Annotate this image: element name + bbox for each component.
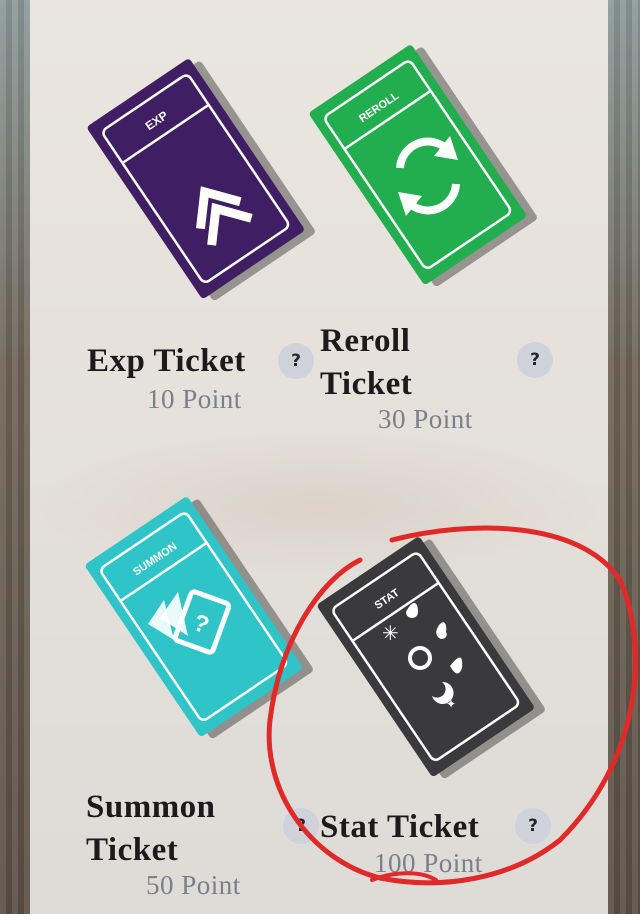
stat-ticket-name: Stat Ticket	[320, 809, 480, 845]
reroll-ticket-name: Reroll Ticket	[320, 320, 412, 406]
reroll-ticket-image: REROLL	[309, 45, 537, 287]
stat-help-button[interactable]: ?	[515, 808, 551, 844]
reroll-ticket-price: 30 Point	[378, 404, 473, 434]
summon-name-line2: Ticket	[86, 832, 179, 868]
summon-ticket-image: SUMMON ?	[85, 497, 313, 739]
summon-ticket-card[interactable]: SUMMON ?	[76, 497, 316, 740]
svg-text:✦: ✦	[446, 697, 456, 711]
exp-help-button[interactable]: ?	[278, 343, 314, 379]
stat-ticket-image: STAT ✳ ✦	[317, 537, 545, 779]
exp-ticket-name: Exp Ticket	[87, 343, 246, 379]
reroll-name-line1: Reroll	[320, 323, 411, 359]
stat-ticket-card[interactable]: STAT ✳ ✦	[308, 537, 548, 780]
reroll-help-button[interactable]: ?	[517, 342, 553, 378]
exp-ticket-card[interactable]: EXP	[78, 59, 318, 302]
svg-text:✳: ✳	[382, 621, 399, 645]
background-left-strip	[0, 0, 30, 914]
summon-name-line1: Summon	[86, 789, 216, 825]
summon-ticket-price: 50 Point	[146, 870, 241, 900]
exp-ticket-image: EXP	[87, 59, 315, 301]
reroll-name-line2: Ticket	[320, 366, 413, 402]
stat-ticket-price: 100 Point	[374, 848, 483, 878]
summon-help-button[interactable]: ?	[283, 808, 319, 844]
reroll-ticket-card[interactable]: REROLL	[300, 45, 540, 288]
background-right-strip	[608, 0, 640, 914]
exp-ticket-price: 10 Point	[147, 384, 242, 414]
summon-ticket-name: Summon Ticket	[86, 786, 216, 872]
